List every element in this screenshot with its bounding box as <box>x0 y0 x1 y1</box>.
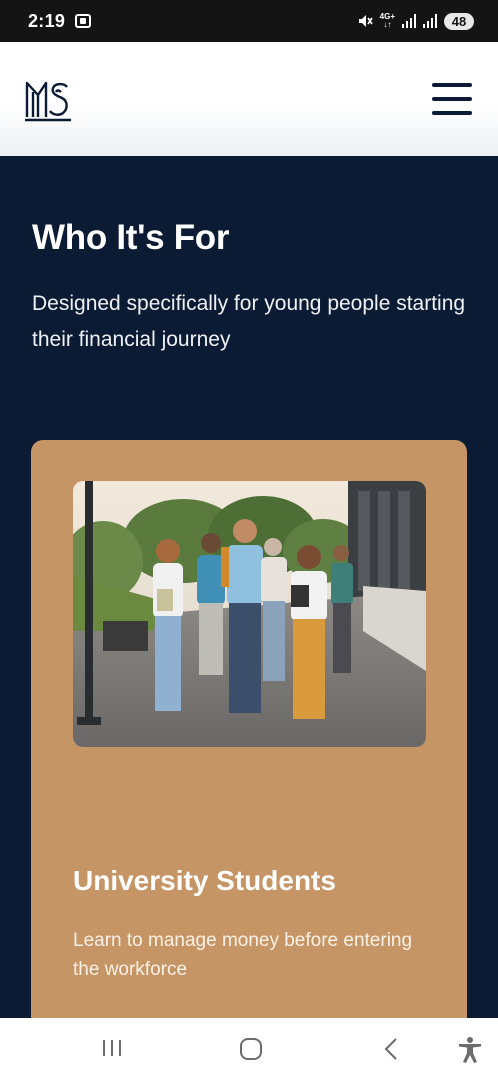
hamburger-menu-icon[interactable] <box>432 83 472 115</box>
section-subtitle: Designed specifically for young people s… <box>32 292 466 351</box>
section-title: Who It's For <box>32 218 230 257</box>
card-description: Learn to manage money before entering th… <box>73 930 413 980</box>
status-time: 2:19 <box>28 10 66 31</box>
who-its-for-section: Who It's For Designed specifically for y… <box>0 156 498 1018</box>
accessibility-icon[interactable] <box>457 1036 483 1064</box>
status-icons: 4G+ ↓↑ 48 <box>357 12 474 30</box>
battery-indicator: 48 <box>444 12 474 30</box>
signal-icon <box>402 14 416 28</box>
status-bar: 2:19 4G+ ↓↑ 48 <box>0 0 498 42</box>
students-photo <box>73 481 426 747</box>
ms-monogram-logo[interactable] <box>24 75 72 123</box>
site-header <box>0 42 498 156</box>
network-type: 4G+ ↓↑ <box>379 12 395 29</box>
home-icon[interactable] <box>238 1036 264 1062</box>
recent-apps-icon[interactable] <box>100 1036 124 1060</box>
back-icon[interactable] <box>380 1036 402 1062</box>
signal-icon-2 <box>423 14 437 28</box>
screen-recorder-icon <box>75 14 92 28</box>
mute-icon <box>358 15 373 27</box>
audience-card: University Students Learn to manage mone… <box>31 440 467 1018</box>
system-nav-bar <box>0 1018 498 1080</box>
card-title: University Students <box>73 865 336 896</box>
